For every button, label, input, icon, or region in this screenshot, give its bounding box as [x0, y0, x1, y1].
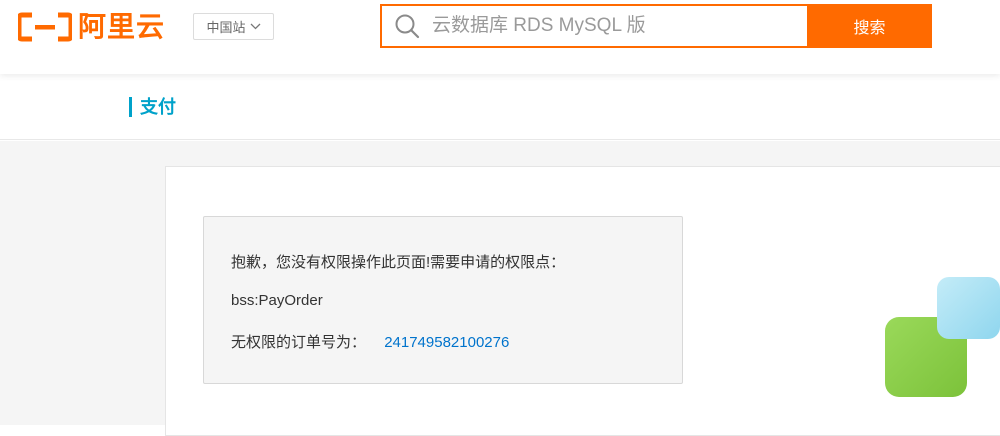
page-header: 支付 [0, 74, 1000, 140]
page-title-text: 支付 [140, 97, 176, 117]
aliyun-logo[interactable]: 阿里云 [18, 11, 165, 43]
search-button[interactable]: 搜索 [807, 4, 932, 48]
search-icon [395, 14, 420, 39]
permission-point: bss:PayOrder [231, 292, 323, 309]
top-header: 阿里云 中国站 搜索 [0, 0, 1000, 74]
title-accent-bar [129, 97, 132, 117]
search-input[interactable] [430, 14, 790, 38]
order-info: 无权限的订单号为： 241749582100276 [231, 331, 509, 352]
error-message: 抱歉，您没有权限操作此页面!需要申请的权限点： [231, 254, 566, 271]
logo-text: 阿里云 [78, 11, 166, 42]
page-title: 支付 [129, 96, 176, 118]
order-label: 无权限的订单号为： [231, 334, 367, 351]
region-label: 中国站 [206, 20, 246, 35]
aliyun-logo-icon [18, 12, 72, 42]
order-number-link[interactable]: 241749582100276 [384, 334, 509, 351]
search-box [380, 4, 809, 48]
chevron-down-icon [250, 23, 260, 30]
region-selector[interactable]: 中国站 [193, 13, 274, 40]
permission-error-box: 抱歉，您没有权限操作此页面!需要申请的权限点： bss:PayOrder 无权限… [203, 216, 683, 384]
decorative-squares [885, 277, 1000, 397]
blue-square [937, 277, 1000, 339]
